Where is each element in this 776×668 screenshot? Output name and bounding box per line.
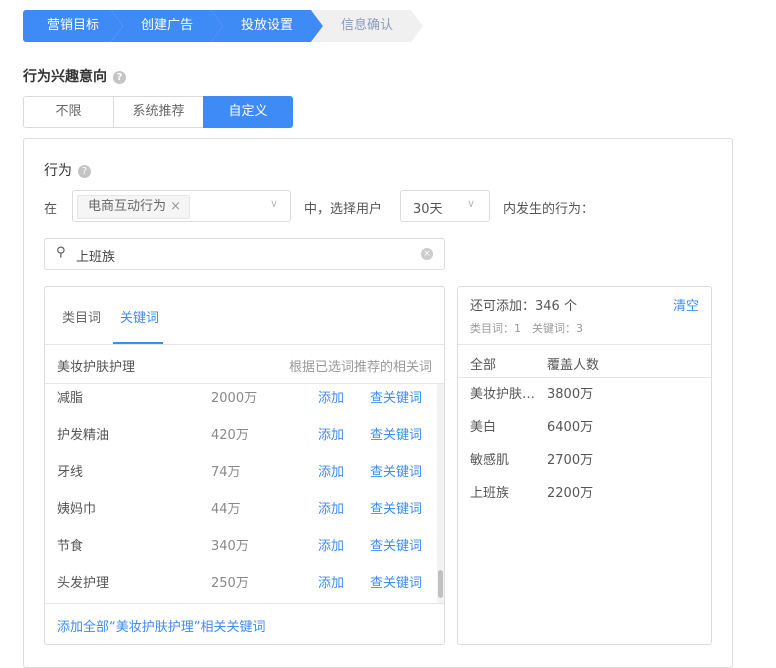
step-create-ad[interactable]: 创建广告 xyxy=(111,10,223,42)
clear-search-icon[interactable]: × xyxy=(421,248,433,260)
clear-button[interactable]: 清空 xyxy=(673,295,699,314)
keyword-list-panel: 类目词 关键词 美妆护肤护理 根据已选词推荐的相关词 减脂 2000万 添加 查… xyxy=(44,286,445,645)
add-keyword-button[interactable]: 添加 xyxy=(318,462,344,484)
step-confirm-info[interactable]: 信息确认 xyxy=(311,10,423,42)
selected-name: 上班族 xyxy=(470,486,510,501)
behavior-type-select[interactable]: 电商互动行为 × ∨ xyxy=(72,190,291,222)
tag-label: 电商互动行为 xyxy=(88,199,167,214)
add-all-keywords-link[interactable]: 添加全部“美妆护肤护理”相关关键词 xyxy=(57,616,265,635)
keyword-coverage: 44万 xyxy=(211,502,241,517)
selected-name: 敏感肌 xyxy=(470,453,510,468)
header-all: 全部 xyxy=(470,358,497,373)
keyword-name: 姨妈巾 xyxy=(57,502,97,517)
section-title-text: 行为兴趣意向 xyxy=(23,69,107,85)
selected-row: 美妆护肤… 3800万 xyxy=(458,384,711,421)
keyword-row: 节食 340万 添加 查关键词 xyxy=(45,536,437,573)
behavior-title-text: 行为 xyxy=(44,163,72,179)
keyword-coverage: 2000万 xyxy=(211,391,258,406)
add-keyword-button[interactable]: 添加 xyxy=(318,573,344,595)
keyword-row: 头发护理 250万 添加 查关键词 xyxy=(45,573,437,603)
chevron-down-icon: ∨ xyxy=(466,197,475,210)
lookup-keyword-button[interactable]: 查关键词 xyxy=(370,425,422,447)
search-value: 上班族 xyxy=(76,250,116,265)
selected-coverage: 2700万 xyxy=(547,453,594,468)
tab-keywords[interactable]: 关键词 xyxy=(120,307,159,326)
prefix-label: 在 xyxy=(44,202,58,217)
divider xyxy=(458,377,711,378)
lookup-keyword-button[interactable]: 查关键词 xyxy=(370,499,422,521)
section-title: 行为兴趣意向? xyxy=(23,66,126,86)
keyword-rows: 减脂 2000万 添加 查关键词 护发精油 420万 添加 查关键词 牙线 74万 … xyxy=(45,384,444,603)
help-icon[interactable]: ? xyxy=(78,164,91,178)
keyword-row: 牙线 74万 添加 查关键词 xyxy=(45,462,437,499)
lookup-keyword-button[interactable]: 查关键词 xyxy=(370,573,422,595)
tab-category-words[interactable]: 类目词 xyxy=(62,307,101,326)
keyword-row: 护发精油 420万 添加 查关键词 xyxy=(45,425,437,462)
help-icon[interactable]: ? xyxy=(113,70,126,84)
scrollbar-thumb[interactable] xyxy=(438,570,443,598)
selected-coverage: 2200万 xyxy=(547,486,594,501)
selected-row: 美白 6400万 xyxy=(458,417,711,454)
segment-unlimited[interactable]: 不限 xyxy=(23,96,114,128)
selected-name: 美白 xyxy=(470,420,497,435)
keyword-coverage: 250万 xyxy=(211,576,249,591)
period-value: 30天 xyxy=(413,202,443,217)
selected-coverage: 6400万 xyxy=(547,420,594,435)
keyword-name: 牙线 xyxy=(57,465,84,480)
lookup-keyword-button[interactable]: 查关键词 xyxy=(370,536,422,558)
selected-name: 美妆护肤… xyxy=(470,387,536,402)
suffix-label: 内发生的行为： xyxy=(503,202,595,217)
selected-counts: 类目词：1 关键词：3 xyxy=(470,322,583,335)
chevron-down-icon: ∨ xyxy=(269,197,278,210)
keyword-name: 头发护理 xyxy=(57,576,110,591)
middle-label: 中，选择用户 xyxy=(304,202,383,217)
keyword-coverage: 420万 xyxy=(211,428,249,443)
step-delivery-settings[interactable]: 投放设置 xyxy=(211,10,323,42)
period-select[interactable]: 30天 ∨ xyxy=(400,190,490,222)
lookup-keyword-button[interactable]: 查关键词 xyxy=(370,462,422,484)
divider xyxy=(45,603,444,604)
add-keyword-button[interactable]: 添加 xyxy=(318,388,344,410)
lookup-keyword-button[interactable]: 查关键词 xyxy=(370,388,422,410)
add-keyword-button[interactable]: 添加 xyxy=(318,425,344,447)
behavior-title: 行为? xyxy=(44,160,91,180)
keyword-coverage: 340万 xyxy=(211,539,249,554)
divider xyxy=(45,344,444,345)
segment-custom[interactable]: 自定义 xyxy=(203,96,293,128)
add-keyword-button[interactable]: 添加 xyxy=(318,536,344,558)
search-icon: ⚲ xyxy=(56,245,66,260)
keyword-name: 减脂 xyxy=(57,391,84,406)
keyword-name: 护发精油 xyxy=(57,428,110,443)
header-coverage: 覆盖人数 xyxy=(547,358,600,373)
recommend-hint: 根据已选词推荐的相关词 xyxy=(288,360,432,375)
category-label: 美妆护肤护理 xyxy=(57,360,136,375)
keyword-search-input[interactable]: ⚲ 上班族 × xyxy=(44,238,445,270)
step-marketing-goal[interactable]: 营销目标 xyxy=(23,10,123,42)
selected-row: 上班族 2200万 xyxy=(458,483,711,520)
scrollbar[interactable] xyxy=(437,384,444,603)
keyword-row: 减脂 2000万 添加 查关键词 xyxy=(45,388,437,425)
remaining-count: 还可添加：346 个 xyxy=(470,299,577,314)
remove-tag-icon[interactable]: × xyxy=(170,199,181,214)
selected-tag: 电商互动行为 × xyxy=(77,195,191,219)
selected-panel: 还可添加：346 个 清空 类目词：1 关键词：3 全部 覆盖人数 美妆护肤… … xyxy=(457,286,712,645)
keyword-coverage: 74万 xyxy=(211,465,241,480)
segment-recommended[interactable]: 系统推荐 xyxy=(113,96,204,128)
selected-coverage: 3800万 xyxy=(547,387,594,402)
add-keyword-button[interactable]: 添加 xyxy=(318,499,344,521)
keyword-row: 姨妈巾 44万 添加 查关键词 xyxy=(45,499,437,536)
divider xyxy=(458,344,711,345)
keyword-name: 节食 xyxy=(57,539,84,554)
selected-row: 敏感肌 2700万 xyxy=(458,450,711,487)
